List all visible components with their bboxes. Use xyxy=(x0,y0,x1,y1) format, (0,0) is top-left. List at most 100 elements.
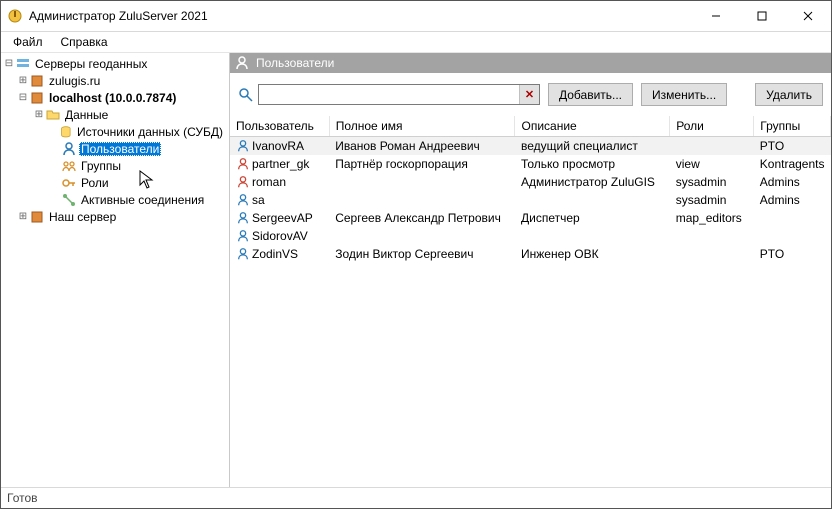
tree-label: Данные xyxy=(63,108,110,122)
table-row[interactable]: SergeevAPСергеев Александр ПетровичДиспе… xyxy=(230,209,831,227)
user-icon xyxy=(236,247,250,261)
server-icon xyxy=(29,209,45,225)
tree-label: Серверы геоданных xyxy=(33,57,149,71)
add-button[interactable]: Добавить... xyxy=(548,83,633,106)
tree-label: Пользователи xyxy=(79,142,161,156)
connections-icon xyxy=(61,192,77,208)
table-row[interactable]: IvanovRAИванов Роман Андреевичведущий сп… xyxy=(230,137,831,156)
expand-icon[interactable]: ⊟ xyxy=(17,92,29,103)
cell-groups: PTO xyxy=(754,245,831,263)
database-icon xyxy=(59,124,73,140)
tree-label: Активные соединения xyxy=(79,193,206,207)
body: ⊟ Серверы геоданных ⊞ zulugis.ru ⊟ local… xyxy=(1,53,831,487)
user-icon xyxy=(236,175,250,189)
section-title: Пользователи xyxy=(256,56,334,70)
expand-icon[interactable]: ⊞ xyxy=(33,109,45,120)
tree-datasources[interactable]: Источники данных (СУБД) xyxy=(1,123,229,140)
tree-label: localhost (10.0.0.7874) xyxy=(47,91,178,105)
expand-icon[interactable]: ⊞ xyxy=(17,211,29,222)
tree-users[interactable]: Пользователи xyxy=(1,140,229,157)
window-title: Администратор ZuluServer 2021 xyxy=(29,9,693,23)
toolbar: ✕ Добавить... Изменить... Удалить xyxy=(230,73,831,116)
cell-roles xyxy=(670,245,754,263)
tree-groups[interactable]: Группы xyxy=(1,157,229,174)
cell-roles xyxy=(670,227,754,245)
user-icon xyxy=(234,55,250,71)
cell-fullname: Иванов Роман Андреевич xyxy=(329,137,515,156)
tree-server-localhost[interactable]: ⊟ localhost (10.0.0.7874) xyxy=(1,89,229,106)
cell-fullname: Партнёр госкорпорация xyxy=(329,155,515,173)
main-panel: Пользователи ✕ Добавить... Изменить... У… xyxy=(230,53,831,487)
user-icon xyxy=(236,211,250,225)
menu-help[interactable]: Справка xyxy=(53,33,116,51)
user-icon xyxy=(61,141,77,157)
key-icon xyxy=(61,175,77,191)
edit-button[interactable]: Изменить... xyxy=(641,83,727,106)
tree-label: Роли xyxy=(79,176,111,190)
cell-roles: view xyxy=(670,155,754,173)
menu-file[interactable]: Файл xyxy=(5,33,51,51)
column-desc[interactable]: Описание xyxy=(515,116,670,137)
tree-root[interactable]: ⊟ Серверы геоданных xyxy=(1,55,229,72)
table-row[interactable]: sasysadminAdmins xyxy=(230,191,831,209)
user-icon xyxy=(236,139,250,153)
close-button[interactable] xyxy=(785,1,831,31)
group-icon xyxy=(61,158,77,174)
tree-server-custom[interactable]: ⊞ Наш сервер xyxy=(1,208,229,225)
tree-label: Группы xyxy=(79,159,123,173)
app-icon xyxy=(7,8,23,24)
cell-fullname: Зодин Виктор Сергеевич xyxy=(329,245,515,263)
user-icon xyxy=(236,229,250,243)
table-row[interactable]: partner_gkПартнёр госкорпорацияТолько пр… xyxy=(230,155,831,173)
search-input[interactable] xyxy=(258,84,540,105)
status-text: Готов xyxy=(7,491,38,505)
column-user[interactable]: Пользователь xyxy=(230,116,329,137)
expand-icon[interactable]: ⊟ xyxy=(3,58,15,69)
cell-user: IvanovRA xyxy=(230,137,329,156)
users-grid[interactable]: Пользователь Полное имя Описание Роли Гр… xyxy=(230,116,831,487)
server-icon xyxy=(29,90,45,106)
tree-active-connections[interactable]: Активные соединения xyxy=(1,191,229,208)
cell-groups: Kontragents xyxy=(754,155,831,173)
cell-desc: Администратор ZuluGIS xyxy=(515,173,670,191)
minimize-button[interactable] xyxy=(693,1,739,31)
cell-user: ZodinVS xyxy=(230,245,329,263)
cell-desc: Диспетчер xyxy=(515,209,670,227)
tree-server-zulugis[interactable]: ⊞ zulugis.ru xyxy=(1,72,229,89)
cell-user: roman xyxy=(230,173,329,191)
window-controls xyxy=(693,1,831,31)
cell-fullname xyxy=(329,173,515,191)
tree-roles[interactable]: Роли xyxy=(1,174,229,191)
tree-label: zulugis.ru xyxy=(47,74,102,88)
app-window: Администратор ZuluServer 2021 Файл Справ… xyxy=(0,0,832,509)
maximize-button[interactable] xyxy=(739,1,785,31)
cell-user: SidorovAV xyxy=(230,227,329,245)
cell-roles: sysadmin xyxy=(670,173,754,191)
titlebar: Администратор ZuluServer 2021 xyxy=(1,1,831,32)
cell-user: partner_gk xyxy=(230,155,329,173)
cell-desc xyxy=(515,191,670,209)
statusbar: Готов xyxy=(1,487,831,508)
search-area: ✕ xyxy=(238,84,540,105)
tree-data[interactable]: ⊞ Данные xyxy=(1,106,229,123)
cell-fullname: Сергеев Александр Петрович xyxy=(329,209,515,227)
table-row[interactable]: SidorovAV xyxy=(230,227,831,245)
nav-tree[interactable]: ⊟ Серверы геоданных ⊞ zulugis.ru ⊟ local… xyxy=(1,53,230,487)
cell-groups xyxy=(754,209,831,227)
tree-label: Источники данных (СУБД) xyxy=(75,125,225,139)
servers-icon xyxy=(15,56,31,72)
table-row[interactable]: ZodinVSЗодин Виктор СергеевичИнженер ОВК… xyxy=(230,245,831,263)
cell-groups: PTO xyxy=(754,137,831,156)
menubar: Файл Справка xyxy=(1,32,831,53)
expand-icon[interactable]: ⊞ xyxy=(17,75,29,86)
cell-roles xyxy=(670,137,754,156)
clear-search-button[interactable]: ✕ xyxy=(519,85,539,104)
column-roles[interactable]: Роли xyxy=(670,116,754,137)
column-groups[interactable]: Группы xyxy=(754,116,831,137)
cell-fullname xyxy=(329,191,515,209)
table-row[interactable]: romanАдминистратор ZuluGISsysadminAdmins xyxy=(230,173,831,191)
delete-button[interactable]: Удалить xyxy=(755,83,823,106)
column-fullname[interactable]: Полное имя xyxy=(329,116,515,137)
server-icon xyxy=(29,73,45,89)
folder-icon xyxy=(45,107,61,123)
